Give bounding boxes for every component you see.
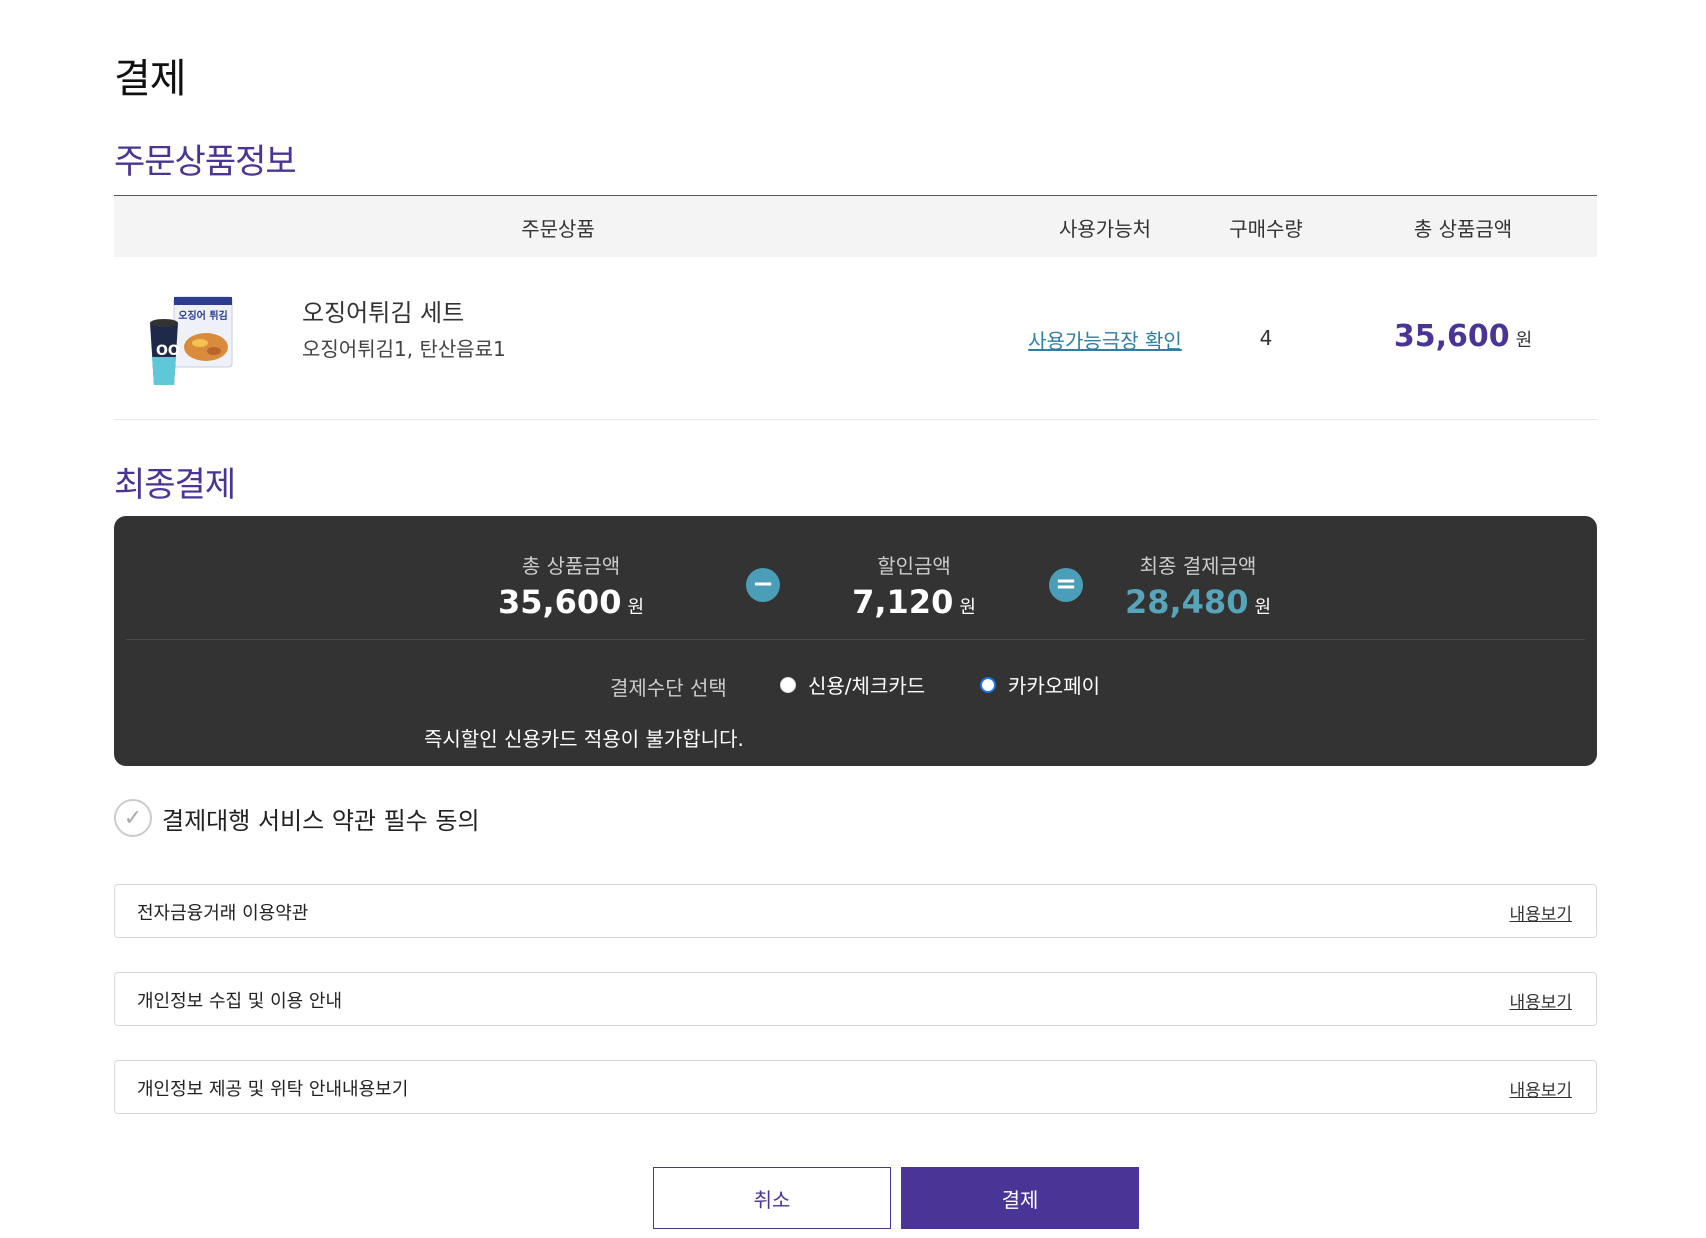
discount-notice: 즉시할인 신용카드 적용이 불가합니다. xyxy=(424,727,744,751)
header-qty: 구매수량 xyxy=(1229,217,1303,241)
page-title: 결제 xyxy=(114,56,187,102)
payment-option-kakaopay-label: 카카오페이 xyxy=(1008,674,1100,698)
view-terms-link[interactable]: 내용보기 xyxy=(1509,988,1572,1013)
currency-unit: 원 xyxy=(1254,597,1272,618)
header-total: 총 상품금액 xyxy=(1413,217,1513,241)
cancel-button[interactable]: 취소 xyxy=(653,1167,891,1229)
pay-button[interactable]: 결제 xyxy=(901,1167,1139,1229)
equals-circle-icon: = xyxy=(1049,568,1083,602)
summary-total: 총 상품금액 35,600 원 xyxy=(498,550,644,621)
order-table: 주문상품 사용가능처 구매수량 총 상품금액 오징어 튀김 OO 오징어튀김 세… xyxy=(114,195,1597,420)
final-payment-panel: 총 상품금액 35,600 원 − 할인금액 7,120 원 = 최종 결제금액 2… xyxy=(114,516,1597,766)
summary-discount: 할인금액 7,120 원 xyxy=(852,550,976,621)
terms-title: 개인정보 제공 및 위탁 안내내용보기 xyxy=(137,1079,409,1100)
product-image: 오징어 튀김 OO xyxy=(144,295,244,389)
product-thumb-label: 오징어 튀김 xyxy=(178,309,227,322)
radio-kakaopay[interactable] xyxy=(980,676,996,693)
summary-discount-label: 할인금액 xyxy=(877,554,951,578)
terms-row-privacy-collection: 개인정보 수집 및 이용 안내 내용보기 xyxy=(114,972,1597,1026)
summary-final: 최종 결제금액 28,480 원 xyxy=(1125,550,1271,621)
radio-card[interactable] xyxy=(780,676,796,693)
minus-circle-icon: − xyxy=(746,568,780,602)
svg-text:OO: OO xyxy=(156,343,180,359)
available-cinema-link[interactable]: 사용가능극장 확인 xyxy=(1028,325,1182,354)
payment-page: 결제 주문상품정보 주문상품 사용가능처 구매수량 총 상품금액 오징어 튀김 xyxy=(0,0,1706,1238)
currency-unit: 원 xyxy=(1515,330,1533,351)
payment-option-card[interactable]: 신용/체크카드 xyxy=(780,670,925,699)
terms-row-privacy-provision: 개인정보 제공 및 위탁 안내내용보기 내용보기 xyxy=(114,1060,1597,1114)
summary-total-label: 총 상품금액 xyxy=(521,554,621,578)
payment-option-card-label: 신용/체크카드 xyxy=(808,674,926,698)
product-name: 오징어튀김 세트 xyxy=(302,299,465,327)
final-section-title: 최종결제 xyxy=(114,465,236,505)
purchase-quantity: 4 xyxy=(1259,326,1273,350)
product-total-amount: 35,600 xyxy=(1393,319,1510,354)
order-table-header: 주문상품 사용가능처 구매수량 총 상품금액 xyxy=(114,195,1597,257)
agreement-label: 결제대행 서비스 약관 필수 동의 xyxy=(162,806,480,835)
header-place: 사용가능처 xyxy=(1059,217,1151,241)
currency-unit: 원 xyxy=(627,597,645,618)
terms-title: 전자금융거래 이용약관 xyxy=(137,903,309,924)
check-circle-icon[interactable]: ✓ xyxy=(114,799,152,837)
table-row: 오징어 튀김 OO 오징어튀김 세트 오징어튀김1, 탄산음료1 사용가능극장 … xyxy=(114,257,1597,420)
product-description: 오징어튀김1, 탄산음료1 xyxy=(302,337,506,361)
header-product: 주문상품 xyxy=(521,217,595,241)
view-terms-link[interactable]: 내용보기 xyxy=(1509,1076,1572,1101)
payment-option-kakaopay[interactable]: 카카오페이 xyxy=(980,670,1100,699)
divider xyxy=(126,639,1585,640)
product-total: 35,600 원 xyxy=(1394,319,1532,354)
agreement-checkbox[interactable]: ✓ 결제대행 서비스 약관 필수 동의 xyxy=(114,799,480,837)
summary-final-value: 28,480 xyxy=(1124,583,1249,621)
summary-total-value: 35,600 xyxy=(497,583,622,621)
summary-final-label: 최종 결제금액 xyxy=(1139,554,1257,578)
view-terms-link[interactable]: 내용보기 xyxy=(1509,900,1572,925)
terms-row-electronic-finance: 전자금융거래 이용약관 내용보기 xyxy=(114,884,1597,938)
terms-title: 개인정보 수집 및 이용 안내 xyxy=(137,991,343,1012)
payment-method-label: 결제수단 선택 xyxy=(610,676,727,700)
currency-unit: 원 xyxy=(959,597,976,618)
order-section-title: 주문상품정보 xyxy=(114,142,297,182)
summary-discount-value: 7,120 xyxy=(852,583,954,621)
